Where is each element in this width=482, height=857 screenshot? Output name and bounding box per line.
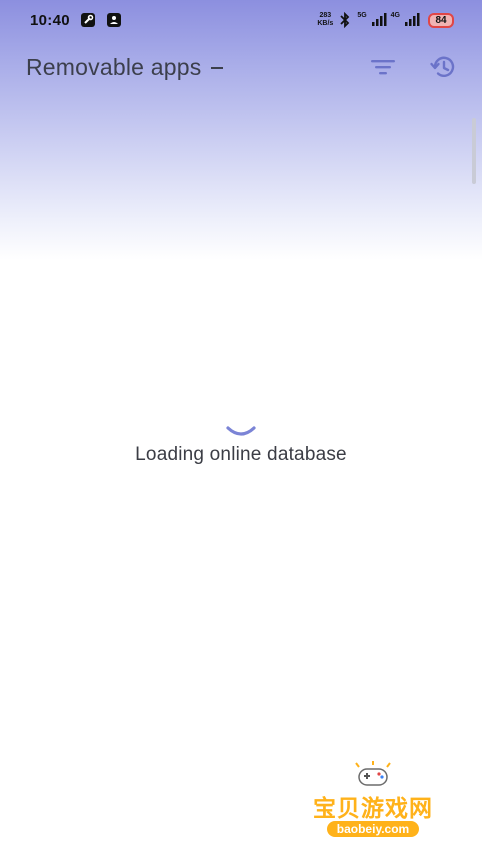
signal-icon-1 xyxy=(371,12,387,28)
loading-text: Loading online database xyxy=(135,444,347,465)
page-title: Removable apps xyxy=(26,53,202,80)
network-type-1: 5G xyxy=(357,12,367,19)
status-time: 10:40 xyxy=(30,11,70,29)
status-bar: 10:40 283 KB/s 5G 4G 84 xyxy=(0,0,482,40)
title-dash xyxy=(211,67,224,69)
network-speed-unit: KB/s xyxy=(317,20,334,27)
network-speed: 283 KB/s xyxy=(317,12,333,28)
signal-icon-2 xyxy=(404,12,420,28)
bluetooth-icon xyxy=(337,12,353,28)
history-button[interactable] xyxy=(428,52,458,82)
watermark-name: 宝贝游戏网 xyxy=(313,795,433,821)
wrench-icon xyxy=(80,12,96,28)
network-type-2: 4G xyxy=(390,12,400,19)
screen-share-icon xyxy=(106,12,122,28)
app-title-wrap: Removable apps xyxy=(26,53,224,81)
filter-button[interactable] xyxy=(368,52,398,82)
history-icon xyxy=(430,56,455,77)
app-bar: Removable apps xyxy=(0,44,482,90)
status-right: 283 KB/s 5G 4G 84 xyxy=(317,12,454,28)
gamepad-icon xyxy=(355,761,391,786)
spinner-icon xyxy=(226,426,256,436)
network-speed-value: 283 xyxy=(319,12,332,19)
status-left: 10:40 xyxy=(30,12,122,29)
app-actions xyxy=(368,52,458,82)
watermark-url: baobeiy.com xyxy=(326,821,420,837)
watermark-logo: 宝贝游戏网 baobeiy.com xyxy=(298,761,448,841)
loading-indicator: Loading online database xyxy=(0,418,482,466)
scrollbar[interactable] xyxy=(472,118,476,184)
battery-indicator: 84 xyxy=(428,12,454,28)
filter-icon xyxy=(371,60,395,75)
